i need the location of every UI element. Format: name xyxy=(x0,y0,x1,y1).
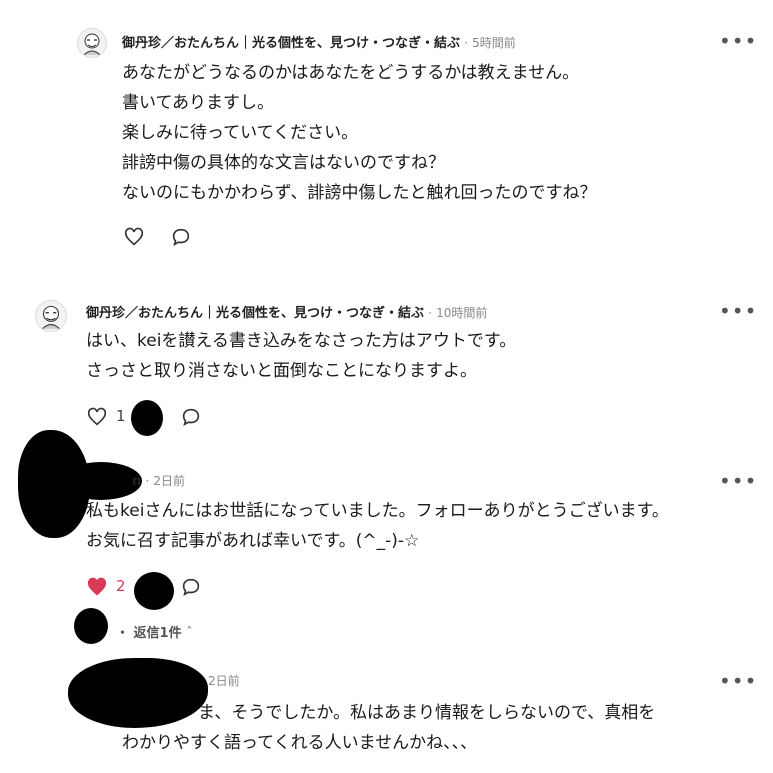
redaction-blot xyxy=(74,608,108,644)
comment-meta: 御丹珍／おたんちん｜光る個性を、見つけ・つなぎ・結ぶ · 5時間前 xyxy=(122,32,516,51)
comment-meta: 御丹珍／おたんちん｜光る個性を、見つけ・つなぎ・結ぶ · 10時間前 xyxy=(86,302,487,321)
comment-line: さっさと取り消さないと面倒なことになりますよ。 xyxy=(86,361,477,381)
comment-time[interactable]: 2日前 xyxy=(153,474,185,488)
comment-line: 楽しみに待っていてください。 xyxy=(122,123,359,143)
comment-line: はい、keiを讃える書き込みをなさった方はアウトです。 xyxy=(86,331,517,351)
chevron-up-icon: ˆ xyxy=(186,626,193,641)
more-options-button[interactable]: ••• xyxy=(719,471,757,491)
more-options-button[interactable]: ••• xyxy=(719,671,757,691)
replies-separator: ・ xyxy=(116,626,130,641)
comment-body-continued: わかりやすく語ってくれる人いませんかね、、、 xyxy=(122,728,477,758)
comment-line: 書いてありますし。 xyxy=(122,93,274,113)
reply-bubble-icon[interactable] xyxy=(170,226,192,248)
comment-time[interactable]: 2日前 xyxy=(208,674,240,688)
comment-body: はい、keiを讃える書き込みをなさった方はアウトです。 さっさと取り消さないと面… xyxy=(86,326,516,386)
comment-line: 私もkeiさんにはお世話になっていました。フォローありがとうございます。 xyxy=(86,501,669,521)
heart-filled-icon[interactable] xyxy=(86,576,108,598)
comment-body: ま、そうでしたか。私はあまり情報をしらないので、真相を xyxy=(198,698,655,728)
reply-bubble-icon[interactable] xyxy=(180,576,202,598)
view-replies-toggle[interactable]: ・ 返信1件 ˆ xyxy=(116,622,193,641)
avatar-illustration-icon xyxy=(83,33,101,56)
redaction-blot xyxy=(60,462,142,500)
avatar[interactable] xyxy=(35,300,67,332)
comment-body: あなたがどうなるのかはあなたをどうするかは教えません。 書いてありますし。 楽し… xyxy=(122,58,596,208)
more-options-button[interactable]: ••• xyxy=(719,301,757,321)
redaction-blot xyxy=(134,572,174,610)
like-count: 2 xyxy=(116,577,126,595)
comment-time[interactable]: 10時間前 xyxy=(436,306,487,320)
redaction-blot xyxy=(131,400,163,436)
comment-line: ま、そうでしたか。私はあまり情報をしらないので、真相を xyxy=(198,703,656,723)
comment-line: 誹謗中傷の具体的な文言はないのですね？ xyxy=(122,153,445,173)
heart-icon[interactable] xyxy=(86,406,108,428)
replies-count-label: 返信1件 xyxy=(133,626,182,641)
avatar-illustration-icon xyxy=(42,305,60,330)
comment-line: お気に召す記事があれば幸いです。(^_-)-☆ xyxy=(86,531,420,551)
avatar[interactable] xyxy=(77,28,107,58)
redaction-blot xyxy=(68,658,208,728)
comment-line: ないのにもかかわらず、誹謗中傷したと触れ回ったのですね？ xyxy=(122,183,597,203)
comment-separator: · xyxy=(464,36,468,50)
like-count: 1 xyxy=(116,407,126,425)
comment-line: わかりやすく語ってくれる人いませんかね、、、 xyxy=(122,733,478,753)
comment-body: 私もkeiさんにはお世話になっていました。フォローありがとうございます。 お気に… xyxy=(86,496,669,556)
comment-author[interactable]: n xyxy=(132,474,141,489)
comment-meta: 2日前 xyxy=(208,672,240,689)
comment-separator: · xyxy=(428,306,432,320)
more-options-button[interactable]: ••• xyxy=(719,31,757,51)
comment-line: あなたがどうなるのかはあなたをどうするかは教えません。 xyxy=(122,63,580,83)
reply-bubble-icon[interactable] xyxy=(180,406,202,428)
comment-author[interactable]: 御丹珍／おたんちん｜光る個性を、見つけ・つなぎ・結ぶ xyxy=(86,306,424,321)
comment-separator: · xyxy=(145,474,150,488)
heart-icon[interactable] xyxy=(123,226,145,248)
comment-time[interactable]: 5時間前 xyxy=(472,36,516,50)
comment-meta: n · 2日前 xyxy=(132,472,185,489)
comment-author[interactable]: 御丹珍／おたんちん｜光る個性を、見つけ・つなぎ・結ぶ xyxy=(122,36,460,51)
